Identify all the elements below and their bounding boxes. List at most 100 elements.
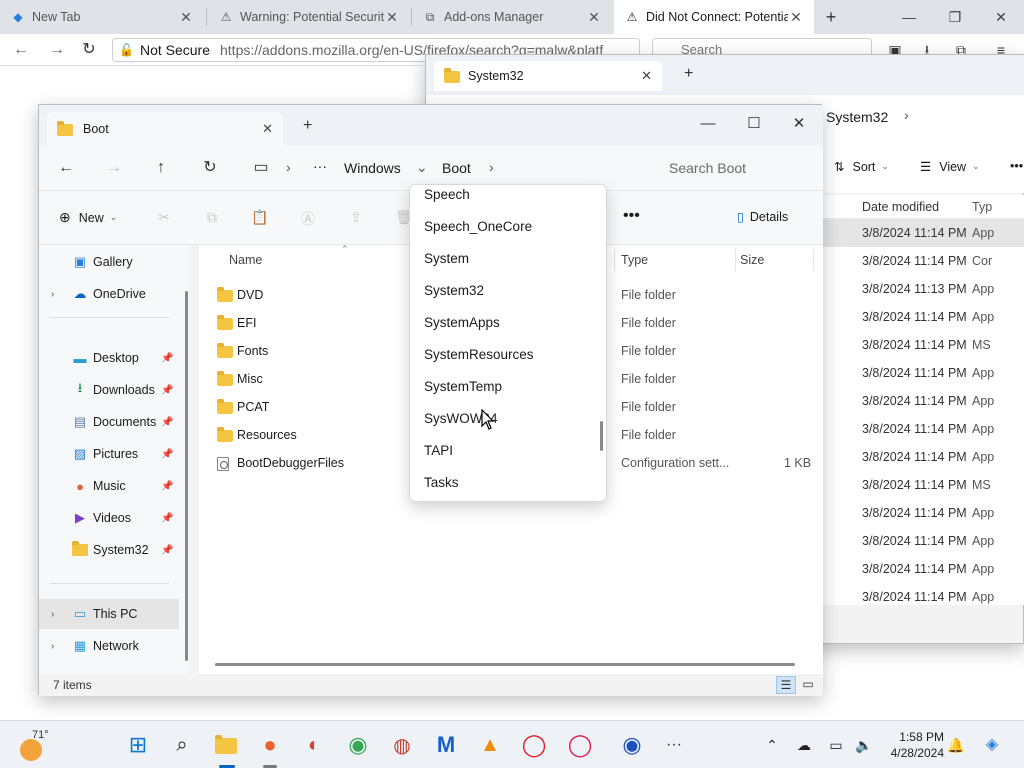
dropdown-item[interactable]: System	[410, 243, 600, 275]
sidebar-item-downloads[interactable]: ⭳ Downloads 📌	[39, 375, 179, 405]
horizontal-scrollbar[interactable]	[215, 663, 795, 666]
close-icon[interactable]: ✕	[586, 9, 602, 26]
search-boot-input[interactable]: Search Boot	[657, 153, 817, 183]
weather-widget[interactable]: 71°	[16, 729, 56, 761]
start-icon[interactable]: ⊞	[124, 731, 152, 759]
copy-icon[interactable]: ⧉	[203, 209, 221, 227]
malwarebytes-icon[interactable]: M	[432, 731, 460, 759]
sidebar-item-pictures[interactable]: ▨ Pictures 📌	[39, 439, 179, 469]
table-row[interactable]: 3/8/2024 11:13 PM App	[822, 275, 1024, 303]
paste-icon[interactable]: 📋	[251, 209, 269, 227]
column-size[interactable]: Size	[740, 253, 764, 267]
network-offline-icon[interactable]: ☁	[794, 735, 814, 755]
table-row[interactable]: 3/8/2024 11:14 PM App	[822, 387, 1024, 415]
more-options-icon[interactable]: •••	[623, 207, 640, 225]
firefox-icon[interactable]: ●	[256, 731, 284, 759]
forward-icon[interactable]: →	[103, 157, 125, 179]
details-view-icon[interactable]: ☰	[776, 676, 796, 694]
table-row[interactable]: 3/8/2024 11:14 PM App	[822, 219, 1024, 247]
table-row[interactable]: 3/8/2024 11:14 PM App	[822, 499, 1024, 527]
more-breadcrumbs-icon[interactable]: ···	[313, 158, 327, 174]
back-icon[interactable]: ←	[10, 39, 32, 61]
chevron-right-icon[interactable]: ›	[489, 159, 494, 175]
maximize-icon[interactable]: ☐	[739, 113, 769, 135]
table-row[interactable]: 3/8/2024 11:14 PM MS	[822, 331, 1024, 359]
computer-icon[interactable]: ▭	[250, 157, 272, 179]
new-tab-button[interactable]: +	[820, 6, 842, 28]
browser-tab-warning[interactable]: ⚠ Warning: Potential Security ✕	[208, 0, 410, 34]
new-button[interactable]: ⊕ New ⌄	[59, 209, 117, 226]
new-tab-button[interactable]: +	[684, 65, 693, 83]
minimize-icon[interactable]: —	[894, 6, 924, 28]
volume-icon[interactable]: 🔈	[854, 735, 874, 755]
dropdown-item[interactable]: SystemTemp	[410, 371, 600, 403]
clock[interactable]: 1:58 PM 4/28/2024	[880, 729, 944, 761]
close-icon[interactable]: ✕	[178, 9, 194, 26]
breadcrumb-boot[interactable]: Boot	[442, 160, 471, 176]
tab-boot[interactable]: Boot ✕	[47, 112, 283, 145]
more-options-icon[interactable]: •••	[1010, 159, 1023, 173]
chevron-right-icon[interactable]: ›	[51, 609, 63, 620]
chevron-right-icon[interactable]: ›	[286, 159, 291, 175]
back-icon[interactable]: ←	[55, 157, 77, 179]
dropdown-item[interactable]: SystemApps	[410, 307, 600, 339]
ccleaner-icon[interactable]: ◐	[300, 731, 328, 759]
table-row[interactable]: 3/8/2024 11:14 PM App	[822, 583, 1024, 605]
sidebar-item-gallery[interactable]: ▣ Gallery	[39, 247, 179, 277]
browser-tab-addons[interactable]: ⧉ Add-ons Manager ✕	[412, 0, 612, 34]
dropdown-item[interactable]: TAPI	[410, 435, 600, 467]
sidebar-item-onedrive[interactable]: › ☁ OneDrive	[39, 279, 179, 309]
dropdown-item[interactable]: SystemResources	[410, 339, 600, 371]
chevron-right-icon[interactable]: ›	[51, 641, 63, 652]
table-row[interactable]: 3/8/2024 11:14 PM App	[822, 415, 1024, 443]
dropdown-item[interactable]: System32	[410, 275, 600, 307]
app-icon[interactable]: ◍	[388, 731, 416, 759]
sidebar-item-documents[interactable]: ▤ Documents 📌	[39, 407, 179, 437]
up-icon[interactable]: ↑	[150, 157, 172, 179]
minimize-icon[interactable]: —	[693, 113, 723, 135]
table-row[interactable]: 3/8/2024 11:14 PM App	[822, 359, 1024, 387]
details-button[interactable]: ▯ Details	[737, 209, 788, 225]
sidebar-item-videos[interactable]: ▶ Videos 📌	[39, 503, 179, 533]
table-row[interactable]: 3/8/2024 11:14 PM Cor	[822, 247, 1024, 275]
navpane-scrollbar[interactable]	[185, 291, 188, 661]
close-icon[interactable]: ✕	[641, 68, 652, 84]
chevron-down-icon[interactable]: ⌄	[416, 159, 428, 176]
dropdown-item[interactable]: Speech_OneCore	[410, 211, 600, 243]
share-icon[interactable]: ⇪	[347, 209, 365, 227]
column-name[interactable]: Name	[229, 253, 262, 267]
opera-icon[interactable]: ◯	[520, 731, 548, 759]
cut-icon[interactable]: ✂	[155, 209, 173, 227]
browser-tab-did-not-connect[interactable]: ⚠ Did Not Connect: Potential ✕	[614, 0, 814, 34]
chevron-right-icon[interactable]: ›	[904, 107, 909, 123]
tiles-view-icon[interactable]: ▭	[798, 676, 818, 694]
rename-icon[interactable]: Ⓐ	[299, 209, 317, 227]
sidebar-item-this-pc[interactable]: › ▭ This PC	[39, 599, 179, 629]
notification-bell-icon[interactable]: 🔔	[946, 735, 966, 755]
breadcrumb-system32[interactable]: System32	[826, 109, 888, 125]
dropdown-item[interactable]: Tasks	[410, 467, 600, 499]
new-tab-button[interactable]: +	[303, 117, 312, 135]
restore-icon[interactable]: ❐	[940, 6, 970, 28]
sidebar-item-network[interactable]: › ▦ Network	[39, 631, 179, 661]
close-icon[interactable]: ✕	[384, 9, 400, 26]
chevron-right-icon[interactable]: ›	[51, 289, 63, 300]
file-explorer-icon[interactable]	[212, 731, 240, 759]
table-row[interactable]: 3/8/2024 11:14 PM App	[822, 527, 1024, 555]
chevron-up-icon[interactable]: ⌃	[762, 735, 782, 755]
dropdown-item[interactable]: SysWOW64	[410, 403, 600, 435]
reload-icon[interactable]: ↻	[78, 39, 100, 61]
vlc-icon[interactable]: ▲	[476, 731, 504, 759]
column-type[interactable]: Typ	[962, 200, 1022, 214]
dropdown-scrollbar[interactable]	[600, 421, 603, 451]
column-type[interactable]: Type	[621, 253, 648, 267]
copilot-icon[interactable]: ◈	[980, 735, 1004, 755]
sidebar-item-music[interactable]: ● Music 📌	[39, 471, 179, 501]
close-icon[interactable]: ✕	[262, 121, 273, 137]
close-window-icon[interactable]: ✕	[784, 113, 814, 135]
forward-icon[interactable]: →	[46, 39, 68, 61]
table-row[interactable]: 3/8/2024 11:14 PM App	[822, 303, 1024, 331]
more-apps-icon[interactable]: ···	[660, 731, 688, 759]
table-row[interactable]: 3/8/2024 11:14 PM MS	[822, 471, 1024, 499]
refresh-icon[interactable]: ↻	[199, 157, 221, 179]
